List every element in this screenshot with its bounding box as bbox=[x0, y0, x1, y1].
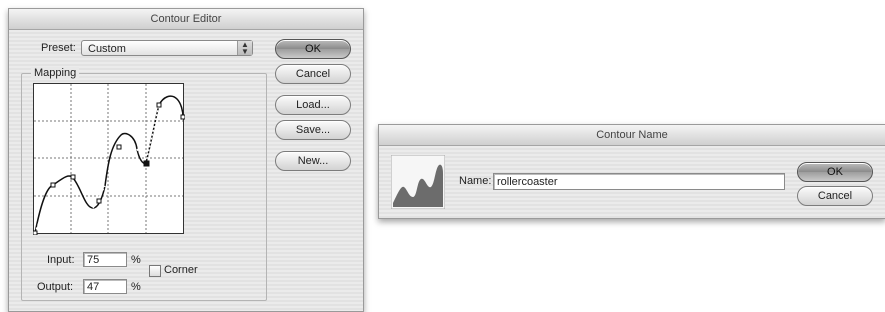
contour-editor-window: Contour Editor Preset: Custom ▲ ▼ OK Canc… bbox=[8, 8, 364, 312]
contour-name-window: Contour Name Name: rollercoaster OK Canc… bbox=[378, 124, 885, 219]
curve-point[interactable] bbox=[33, 230, 38, 235]
preset-label: Preset: bbox=[41, 42, 76, 54]
window-title: Contour Editor bbox=[9, 9, 363, 30]
save-button[interactable]: Save... bbox=[275, 120, 351, 140]
cancel-button[interactable]: Cancel bbox=[275, 64, 351, 84]
select-arrows-icon: ▲ ▼ bbox=[237, 41, 252, 56]
corner-checkbox[interactable] bbox=[149, 265, 161, 277]
mapping-label: Mapping bbox=[31, 67, 80, 79]
curve-point[interactable] bbox=[156, 102, 162, 108]
cancel-button[interactable]: Cancel bbox=[797, 186, 873, 206]
input-label: Input: bbox=[47, 254, 75, 266]
output-label: Output: bbox=[37, 281, 74, 293]
corner-label: Corner bbox=[164, 264, 198, 276]
output-field[interactable]: 47 bbox=[83, 279, 127, 294]
curve-point[interactable] bbox=[50, 182, 56, 188]
load-button[interactable]: Load... bbox=[275, 95, 351, 115]
name-label: Name: bbox=[459, 175, 492, 187]
preset-value: Custom bbox=[88, 43, 126, 55]
input-unit: % bbox=[131, 254, 141, 266]
curve-point[interactable] bbox=[96, 198, 102, 204]
name-input[interactable]: rollercoaster bbox=[493, 173, 785, 190]
ok-button[interactable]: OK bbox=[275, 39, 351, 59]
preset-select[interactable]: Custom ▲ ▼ bbox=[81, 40, 253, 56]
new-button[interactable]: New... bbox=[275, 151, 351, 171]
contour-preview-icon bbox=[391, 155, 445, 209]
curve-point[interactable] bbox=[116, 144, 122, 150]
curve-point-selected[interactable] bbox=[143, 160, 150, 167]
contour-curve-editor[interactable] bbox=[33, 83, 185, 235]
curve-point[interactable] bbox=[180, 114, 185, 120]
output-unit: % bbox=[131, 281, 141, 293]
window-title: Contour Name bbox=[379, 125, 885, 146]
input-field[interactable]: 75 bbox=[83, 252, 127, 267]
ok-button[interactable]: OK bbox=[797, 162, 873, 182]
curve-point[interactable] bbox=[70, 174, 76, 180]
